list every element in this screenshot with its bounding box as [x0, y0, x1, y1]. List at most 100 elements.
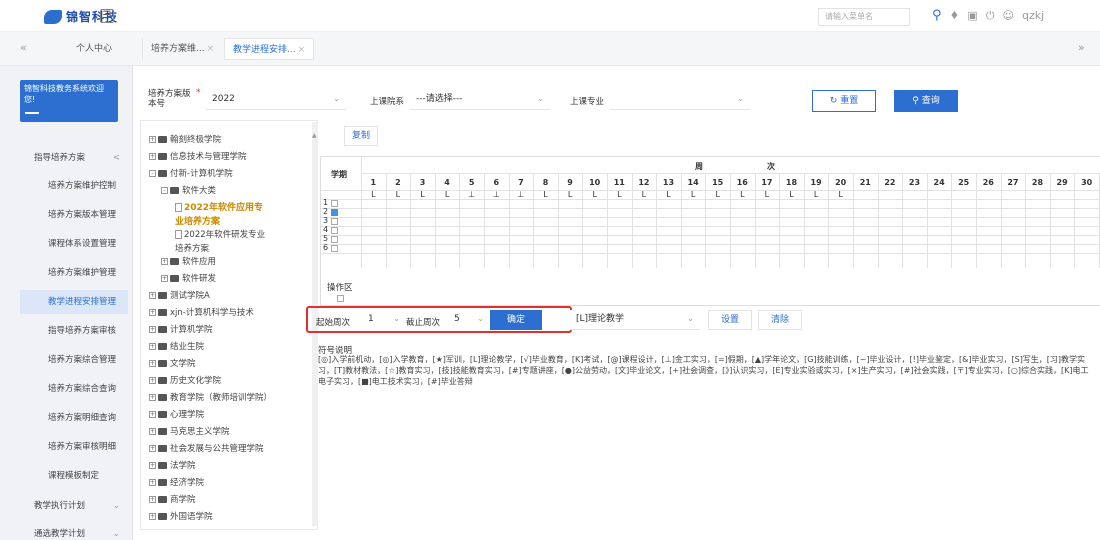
week-mark[interactable]: L [828, 190, 853, 199]
week-mark[interactable]: L [632, 190, 657, 199]
tree-folder-node[interactable]: + 软件应用 [161, 255, 216, 269]
week-mark[interactable]: L [410, 190, 435, 199]
expand-icon[interactable]: + [149, 479, 156, 486]
username[interactable]: qzkj [1022, 9, 1044, 22]
expand-icon[interactable]: + [149, 496, 156, 503]
week-mark[interactable]: ⊥ [484, 190, 509, 199]
expand-icon[interactable]: + [149, 445, 156, 452]
week-mark[interactable]: L [582, 190, 607, 199]
week-mark[interactable]: L [533, 190, 558, 199]
expand-icon[interactable]: + [149, 292, 156, 299]
reset-button[interactable]: ↻ 重置 [812, 90, 876, 112]
sidebar-item[interactable]: 培养方案综合管理 [20, 348, 128, 372]
expand-icon[interactable]: + [149, 377, 156, 384]
power-icon[interactable]: ⏻ [986, 9, 995, 23]
menu-search-input[interactable]: 请输入菜单名 [818, 8, 910, 26]
tree-folder-node[interactable]: + 心理学院 [149, 408, 204, 422]
sidebar-item[interactable]: 培养方案审核明细 [20, 435, 128, 459]
teaching-type-select[interactable]: [L]理论教学 ⌄ [570, 310, 700, 330]
week-mark[interactable]: ⊥ [509, 190, 534, 199]
tab-home[interactable]: 个人中心 [68, 38, 120, 60]
tree-folder-node[interactable]: + 社会发展与公共管理学院 [149, 442, 264, 456]
collapse-icon[interactable]: - [161, 187, 168, 194]
sidebar-group-general[interactable]: 通选教学计划 ⌄ [20, 522, 128, 540]
confirm-button[interactable]: 确定 [490, 310, 542, 330]
expand-icon[interactable]: + [161, 258, 168, 265]
expand-icon[interactable]: + [149, 394, 156, 401]
week-mark[interactable]: L [779, 190, 804, 199]
query-button[interactable]: ⚲ 查询 [894, 90, 958, 112]
sidebar-item[interactable]: 培养方案维护控制 [20, 174, 128, 198]
tab-scroll-right-icon[interactable]: » [1078, 41, 1085, 54]
sidebar-item[interactable]: 培养方案明细查询 [20, 406, 128, 430]
sidebar-item[interactable]: 课程模板制定 [20, 464, 128, 488]
expand-icon[interactable]: + [161, 275, 168, 282]
tree-folder-node[interactable]: + 文学院 [149, 357, 196, 371]
sidebar-item[interactable]: 培养方案综合查询 [20, 377, 128, 401]
search-icon[interactable]: ⚲ [932, 8, 942, 23]
lock-icon[interactable]: ▣ [967, 9, 977, 22]
week-mark[interactable]: L [386, 190, 411, 199]
sidebar-item[interactable]: 培养方案维护管理 [20, 261, 128, 285]
tree-folder-node[interactable]: + 翰刻终极学院 [149, 133, 221, 147]
expand-icon[interactable]: + [149, 411, 156, 418]
tree-folder-node[interactable]: + 经济学院 [149, 476, 204, 490]
sidebar-group-guide[interactable]: 指导培养方案 < [20, 146, 128, 170]
sidebar-item[interactable]: 培养方案版本管理 [20, 203, 128, 227]
menu-toggle-icon[interactable]: ☰ [100, 9, 114, 23]
tab-scroll-left-icon[interactable]: « [20, 41, 27, 54]
collapse-icon[interactable]: - [149, 170, 156, 177]
set-button[interactable]: 设置 [708, 310, 752, 330]
dept-select[interactable]: ---请选择--- ⌄ [410, 90, 550, 110]
term-checkbox[interactable] [331, 245, 338, 252]
close-icon[interactable]: × [207, 44, 215, 54]
ops-checkbox[interactable] [337, 295, 344, 302]
expand-icon[interactable]: + [149, 360, 156, 367]
term-checkbox[interactable] [331, 200, 338, 207]
tree-folder-node[interactable]: + 法学院 [149, 459, 196, 473]
week-mark[interactable]: L [705, 190, 730, 199]
term-checkbox[interactable] [331, 227, 338, 234]
tree-folder-node[interactable]: - 付新-计算机学院 [149, 167, 233, 181]
tree-folder-node[interactable]: + 测试学院A [149, 289, 210, 303]
sidebar-group-exec[interactable]: 教学执行计划 ⌄ [20, 494, 128, 518]
major-select[interactable]: ⌄ [610, 90, 750, 110]
tree-folder-node[interactable]: + 商学院 [149, 493, 196, 507]
sidebar-item-active[interactable]: 教学进程安排管理 [20, 290, 128, 314]
copy-button[interactable]: 复制 [344, 126, 378, 146]
tree-folder-node[interactable]: + 历史文化学院 [149, 374, 221, 388]
tree-folder-node[interactable]: + 计算机学院 [149, 323, 213, 337]
tab-version[interactable]: 培养方案维... × [142, 38, 222, 60]
tree-folder-node[interactable]: + 马克思主义学院 [149, 425, 230, 439]
bell-icon[interactable]: ♦ [950, 9, 960, 22]
tree-folder-node[interactable]: + 教育学院（教师培训学院） [149, 391, 272, 405]
start-week-select[interactable]: 1 ⌄ [362, 310, 406, 330]
version-select[interactable]: 2022 ⌄ [206, 90, 346, 110]
week-mark[interactable]: L [656, 190, 681, 199]
expand-icon[interactable]: + [149, 309, 156, 316]
sidebar-item[interactable]: 指导培养方案审核 [20, 319, 128, 343]
tree-folder-node[interactable]: + xjn-计算机科学与技术 [149, 306, 254, 320]
week-mark[interactable]: L [681, 190, 706, 199]
week-mark[interactable]: ⊥ [459, 190, 484, 199]
tree-folder-node[interactable]: + 信息技术与管理学院 [149, 150, 247, 164]
expand-icon[interactable]: + [149, 428, 156, 435]
tree-doc-node[interactable]: 2022年软件研发专业培养方案 [175, 228, 269, 254]
week-mark[interactable]: L [730, 190, 755, 199]
tree-doc-node[interactable]: 2022年软件应用专业培养方案 [175, 201, 269, 227]
term-checkbox[interactable] [331, 236, 338, 243]
week-mark[interactable]: L [558, 190, 583, 199]
week-mark[interactable]: L [804, 190, 829, 199]
week-mark[interactable]: L [435, 190, 460, 199]
tree-folder-node[interactable]: + 外国语学院 [149, 510, 213, 524]
week-mark[interactable]: L [361, 190, 386, 199]
expand-icon[interactable]: + [149, 326, 156, 333]
week-mark[interactable]: L [607, 190, 632, 199]
week-mark[interactable]: L [755, 190, 780, 199]
expand-icon[interactable]: + [149, 153, 156, 160]
tree-folder-node[interactable]: + 结业生院 [149, 340, 204, 354]
term-checkbox[interactable] [331, 209, 338, 216]
sidebar-item[interactable]: 课程体系设置管理 [20, 232, 128, 256]
tab-schedule[interactable]: 教学进程安排... × [224, 38, 315, 60]
expand-icon[interactable]: + [149, 513, 156, 520]
